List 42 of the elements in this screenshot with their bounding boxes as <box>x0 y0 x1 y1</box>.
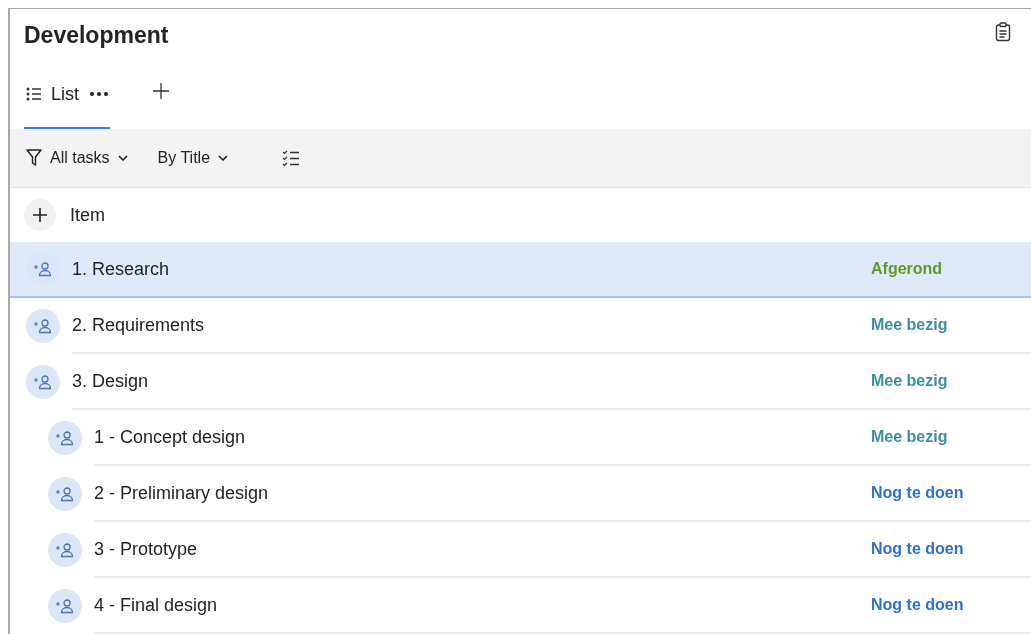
task-title: 3 - Prototype <box>94 538 199 560</box>
plus-icon <box>32 207 48 223</box>
list-icon <box>26 87 42 101</box>
task-title: 1 - Concept design <box>94 426 247 448</box>
task-row[interactable]: 1. Research Afgerond <box>10 242 1031 298</box>
task-row[interactable]: 2 - Preliminary design Nog te doen <box>10 466 1031 522</box>
task-status: Nog te doen <box>871 540 965 558</box>
task-title: 2. Requirements <box>72 314 206 336</box>
task-title: 4 - Final design <box>94 594 219 616</box>
add-item-label: Item <box>70 204 105 226</box>
task-row[interactable]: 3. Design Mee bezig <box>10 354 1031 410</box>
task-title: 2 - Preliminary design <box>94 482 270 504</box>
filter-icon <box>26 149 42 167</box>
chevron-icon <box>218 155 229 161</box>
filter-button[interactable]: All tasks <box>24 143 138 173</box>
task-title: 1. Research <box>72 258 171 280</box>
assign-person-icon[interactable] <box>48 477 82 511</box>
assign-person-icon[interactable] <box>48 533 82 567</box>
task-row[interactable]: 2. Requirements Mee bezig <box>10 298 1031 354</box>
task-row[interactable]: 1 - Concept design Mee bezig <box>10 410 1031 466</box>
assign-person-icon[interactable] <box>26 252 60 286</box>
task-status: Afgerond <box>871 260 944 278</box>
assign-person-icon[interactable] <box>48 421 82 455</box>
more-icon[interactable] <box>90 92 108 96</box>
task-status: Nog te doen <box>871 484 965 502</box>
assign-person-icon[interactable] <box>26 365 60 399</box>
task-status: Nog te doen <box>871 596 965 614</box>
task-title: 3. Design <box>72 370 150 392</box>
task-status: Mee bezig <box>871 316 949 334</box>
page-title: Development <box>24 21 169 49</box>
task-status: Mee bezig <box>871 372 949 390</box>
clipboard-icon[interactable] <box>995 22 1011 42</box>
checklist-icon[interactable] <box>282 150 301 166</box>
assign-person-icon[interactable] <box>48 589 82 623</box>
chevron-icon <box>117 155 128 161</box>
task-status: Mee bezig <box>871 428 949 446</box>
add-item-button[interactable] <box>24 199 56 231</box>
sort-button[interactable]: By Title <box>155 143 239 173</box>
add-view-icon[interactable] <box>152 82 170 100</box>
assign-person-icon[interactable] <box>26 309 60 343</box>
task-row[interactable]: 3 - Prototype Nog te doen <box>10 522 1031 578</box>
task-row[interactable]: 4 - Final design Nog te doen <box>10 578 1031 634</box>
